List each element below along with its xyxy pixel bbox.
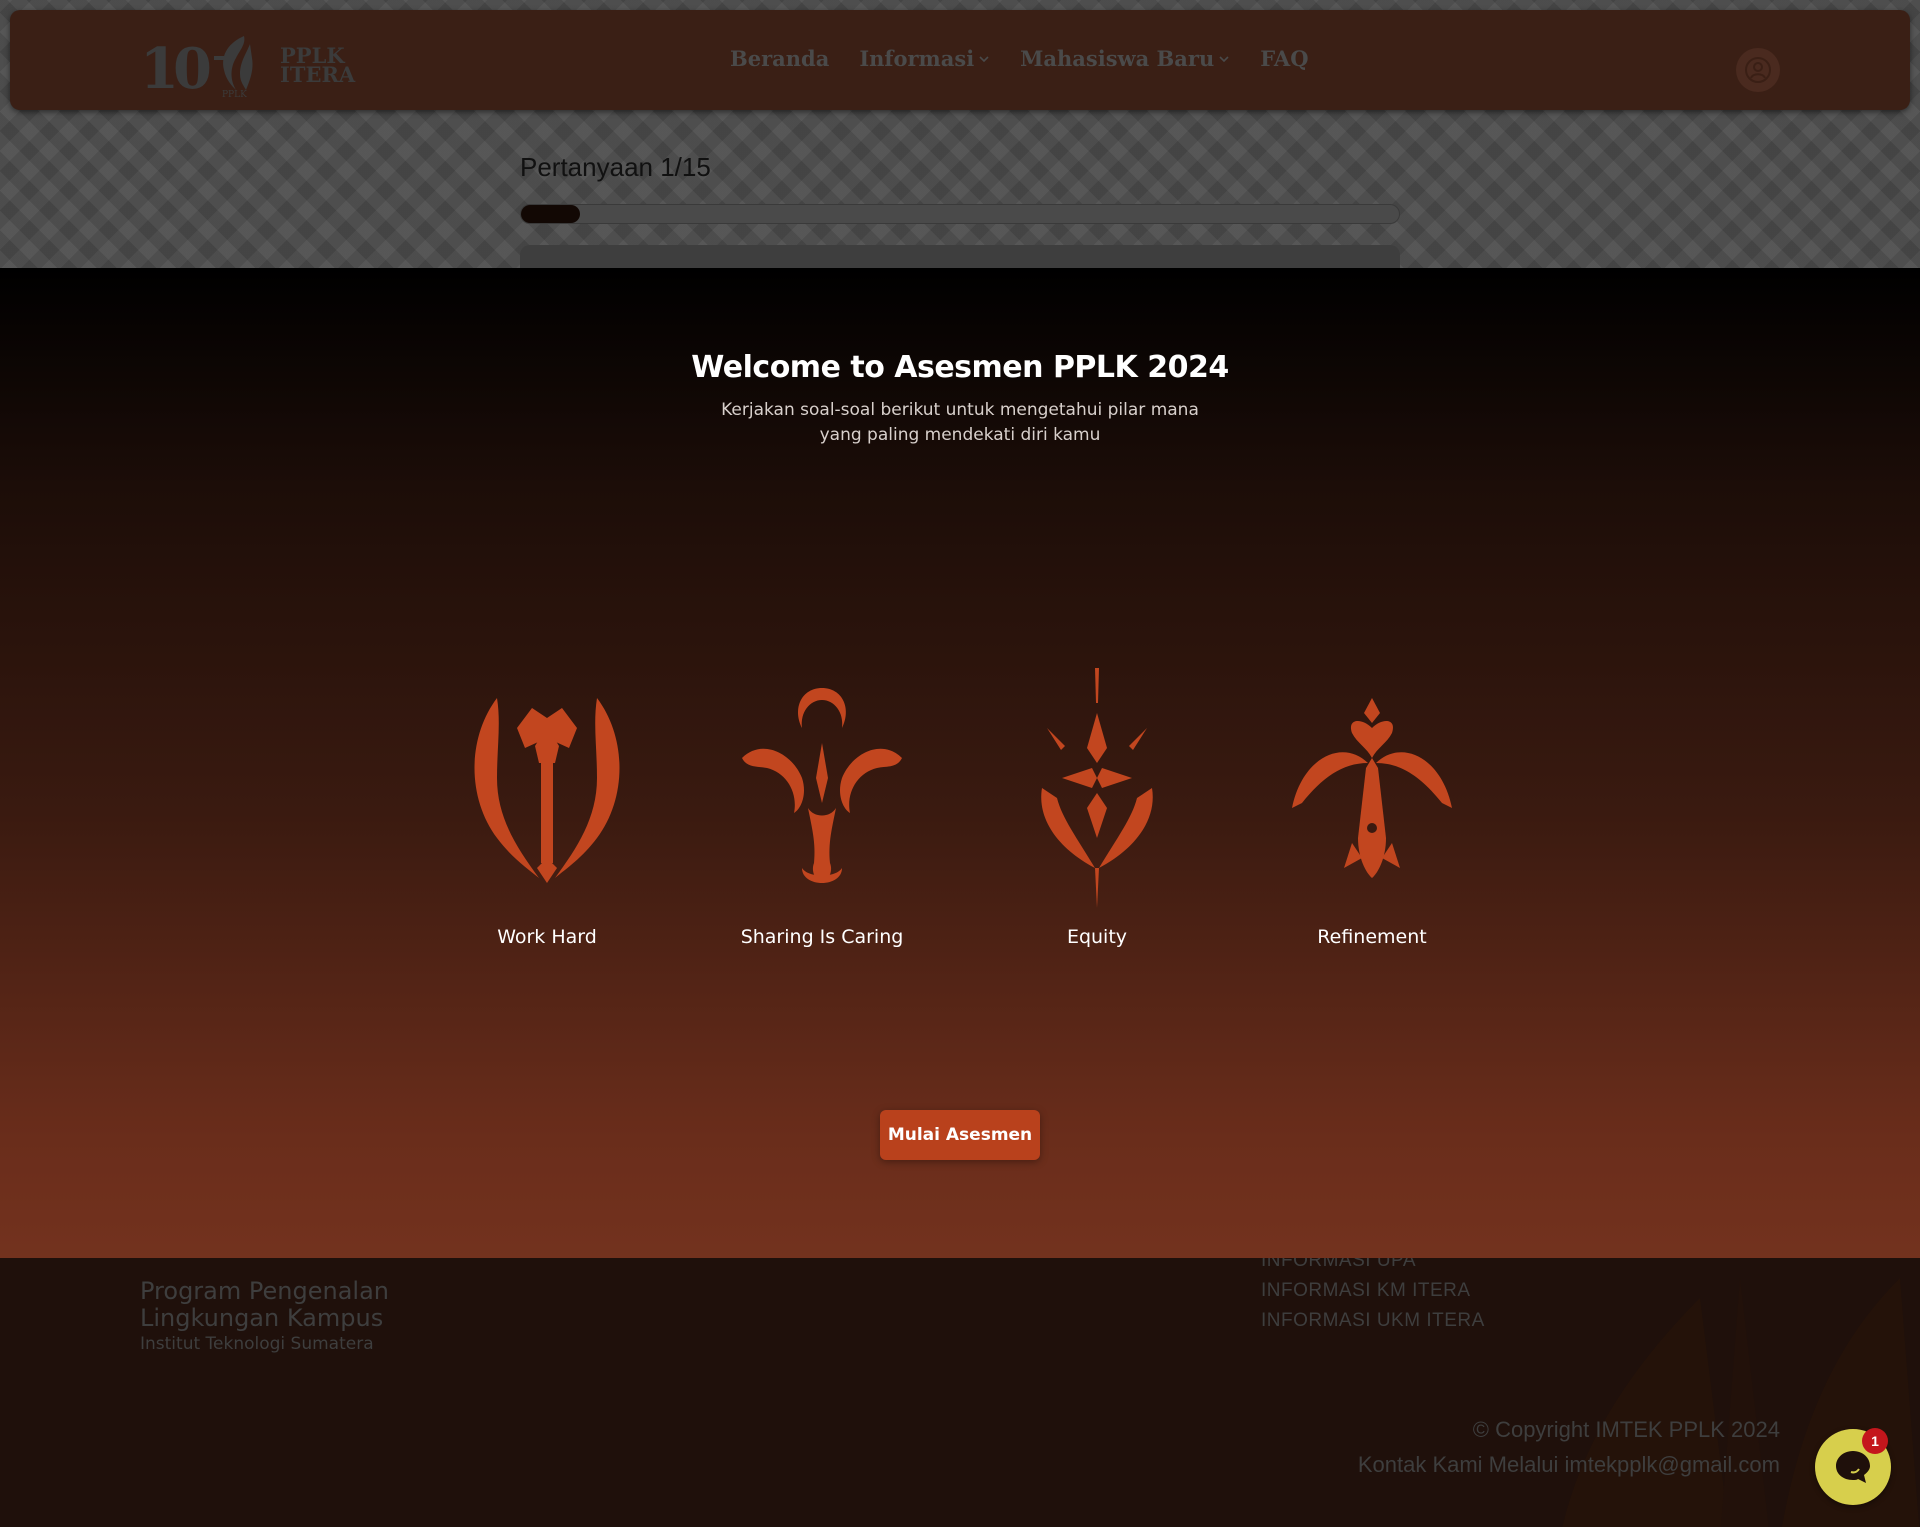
nav-link-mahasiswa-baru[interactable]: Mahasiswa Baru <box>1020 46 1230 71</box>
logo-wordmark: PPLK ITERA <box>280 45 356 87</box>
chevron-down-icon <box>1219 55 1229 62</box>
equity-emblem-icon <box>1041 668 1153 908</box>
modal-title: Welcome to Asesmen PPLK 2024 <box>691 350 1229 385</box>
modal-subtitle: Kerjakan soal-soal berikut untuk mengeta… <box>721 400 1199 445</box>
footer-link-km-itera[interactable]: INFORMASI KM ITERA <box>1261 1276 1485 1306</box>
pillar-refinement: Refinement <box>1252 668 1492 968</box>
pillar-label: Equity <box>1066 926 1128 948</box>
logo-word-line2: ITERA <box>280 62 356 87</box>
chat-bubble-icon <box>1836 1451 1870 1483</box>
nav-links: Beranda Informasi Mahasiswa Baru FAQ <box>730 46 1308 71</box>
pillar-label: Refinement <box>1317 926 1427 948</box>
start-assessment-button[interactable]: Mulai Asesmen <box>880 1110 1040 1160</box>
footer-contact: Kontak Kami Melalui imtekpplk@gmail.com <box>1357 1452 1780 1477</box>
user-circle-icon <box>1745 57 1771 83</box>
progress-fill <box>521 205 580 223</box>
question-progress-bar <box>520 204 1400 224</box>
pillar-label: Sharing Is Caring <box>740 926 904 948</box>
user-avatar-button[interactable] <box>1736 48 1780 92</box>
pillar-label: Work Hard <box>497 926 597 948</box>
chevron-down-icon <box>979 55 989 62</box>
sharing-is-caring-emblem-icon <box>742 688 902 883</box>
logo-emblem-text: PPLK <box>222 90 247 100</box>
logo-number: 10 <box>140 36 212 102</box>
footer-links: INFORMASI UPA INFORMASI KM ITERA INFORMA… <box>1261 1258 1485 1336</box>
footer-subtitle: Institut Teknologi Sumatera <box>140 1334 374 1354</box>
pillar-work-hard: Work Hard <box>427 668 667 968</box>
logo-emblem-icon <box>214 36 253 90</box>
question-counter: Pertanyaan 1/15 <box>520 152 711 182</box>
chat-notification-badge: 1 <box>1862 1428 1888 1454</box>
footer: Program Pengenalan Lingkungan Kampus Ins… <box>0 1258 1920 1527</box>
work-hard-emblem-icon <box>474 698 620 883</box>
pplk-logo[interactable]: 10 PPLK PPLK ITERA <box>130 32 360 102</box>
nav-link-label: Beranda <box>730 46 830 71</box>
navbar: 10 PPLK PPLK ITERA Beranda Informasi Mah… <box>10 10 1910 110</box>
footer-title-line1: Program Pengenalan <box>140 1277 389 1305</box>
nav-link-label: FAQ <box>1260 46 1309 71</box>
nav-link-faq[interactable]: FAQ <box>1260 46 1308 71</box>
footer-link-ukm-itera[interactable]: INFORMASI UKM ITERA <box>1261 1306 1485 1336</box>
pillar-equity: Equity <box>977 668 1217 968</box>
nav-link-label: Informasi <box>859 46 975 71</box>
footer-brand: Program Pengenalan Lingkungan Kampus Ins… <box>140 1277 389 1355</box>
welcome-modal: Welcome to Asesmen PPLK 2024 Kerjakan so… <box>0 268 1920 1258</box>
footer-copyright: © Copyright IMTEK PPLK 2024 <box>1472 1417 1780 1442</box>
refinement-emblem-icon <box>1292 698 1452 878</box>
footer-copyright-block: © Copyright IMTEK PPLK 2024 Kontak Kami … <box>1358 1412 1780 1482</box>
nav-link-informasi[interactable]: Informasi <box>859 46 990 71</box>
nav-link-beranda[interactable]: Beranda <box>730 46 829 71</box>
footer-title-line2: Lingkungan Kampus <box>140 1304 384 1332</box>
footer-link-upa[interactable]: INFORMASI UPA <box>1261 1258 1485 1276</box>
pillar-sharing-is-caring: Sharing Is Caring <box>702 668 942 968</box>
nav-link-label: Mahasiswa Baru <box>1020 46 1215 71</box>
